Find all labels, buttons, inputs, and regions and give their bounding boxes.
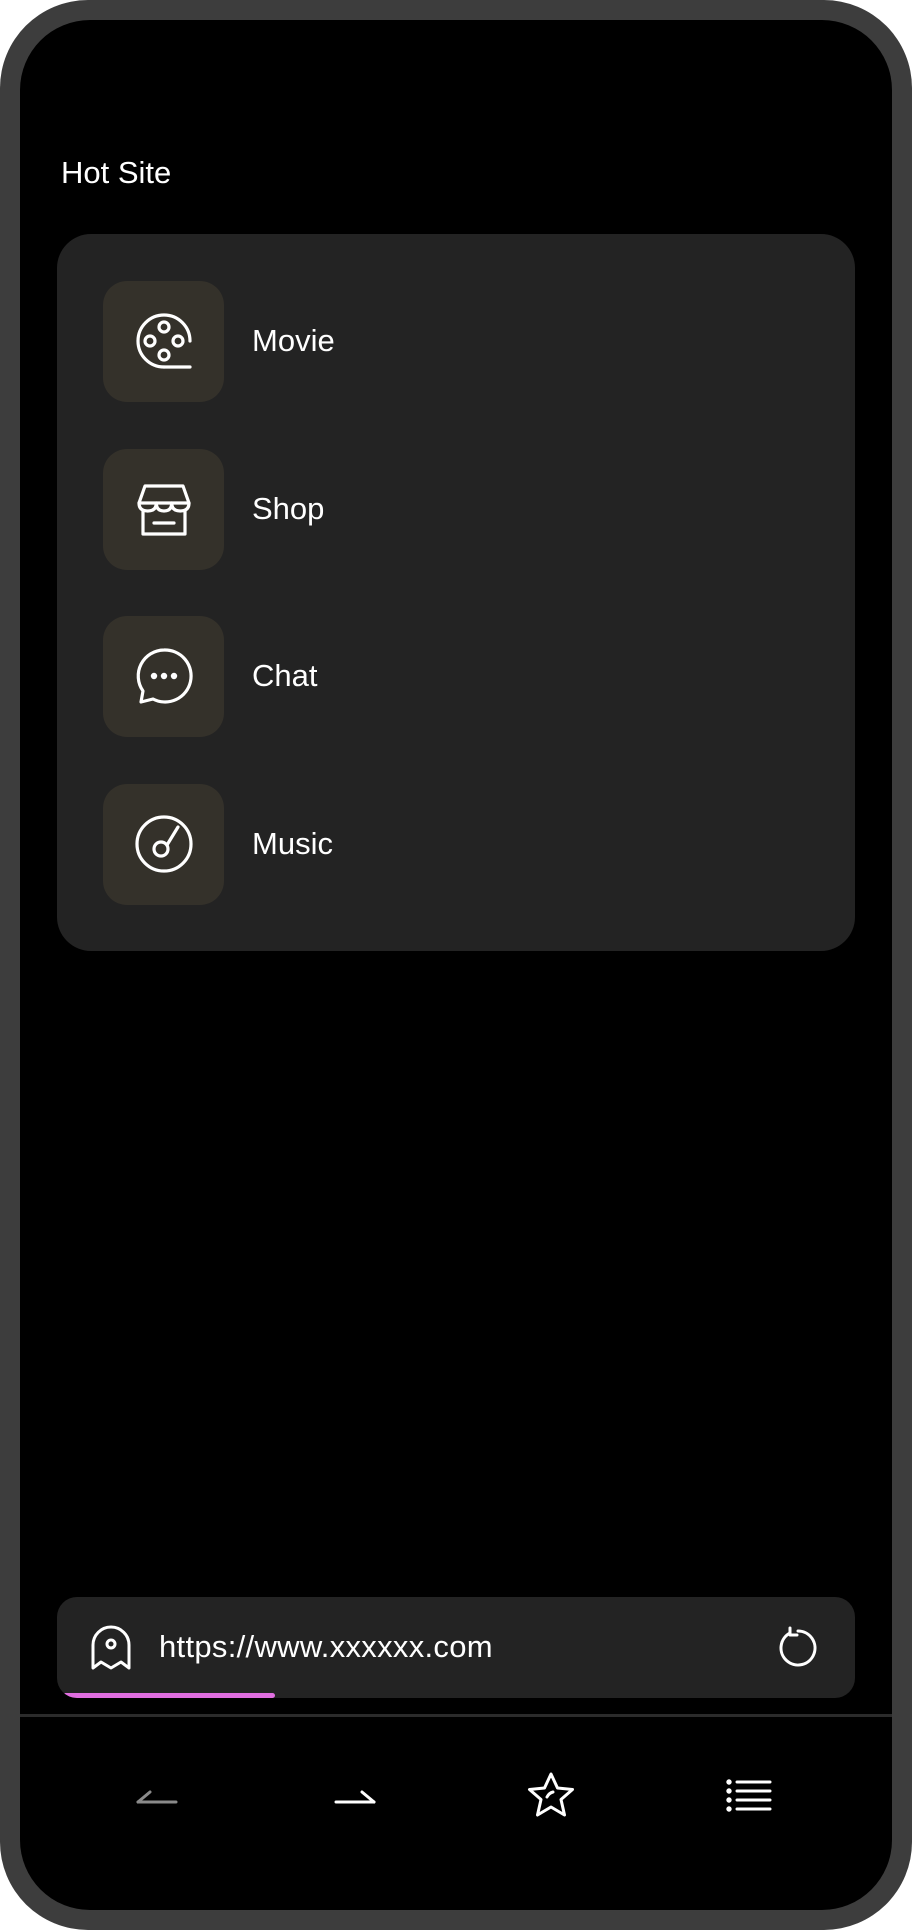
menu-list-icon — [726, 1778, 772, 1814]
chat-tile — [103, 615, 224, 737]
ghost-icon — [88, 1624, 134, 1670]
music-disc-icon — [132, 812, 196, 876]
music-tile — [103, 783, 224, 905]
hot-site-card: Movie Shop Chat Music — [57, 234, 855, 951]
site-item-chat[interactable]: Chat — [103, 615, 803, 737]
site-item-music[interactable]: Music — [103, 783, 803, 905]
star-icon — [526, 1771, 576, 1821]
site-item-label: Chat — [252, 658, 318, 693]
film-reel-icon — [132, 309, 196, 373]
site-item-label: Movie — [252, 323, 335, 358]
url-text[interactable]: https://www.xxxxxx.com — [159, 1627, 493, 1667]
back-button[interactable] — [130, 1768, 186, 1824]
site-item-label: Shop — [252, 491, 325, 526]
storefront-icon — [132, 477, 196, 541]
site-item-movie[interactable]: Movie — [103, 280, 803, 402]
load-progress-bar — [63, 1693, 275, 1698]
phone-frame: Hot Site Movie Shop Chat Music https://w… — [0, 0, 912, 1930]
forward-button[interactable] — [326, 1768, 382, 1824]
shop-tile — [103, 448, 224, 570]
menu-button[interactable] — [721, 1768, 777, 1824]
bookmark-button[interactable] — [523, 1768, 579, 1824]
address-bar[interactable]: https://www.xxxxxx.com — [57, 1597, 855, 1698]
chat-bubble-icon — [132, 644, 196, 708]
bottom-divider — [20, 1714, 892, 1717]
forward-arrow-icon — [332, 1784, 376, 1808]
site-item-shop[interactable]: Shop — [103, 448, 803, 570]
back-arrow-icon — [136, 1784, 180, 1808]
hot-site-title: Hot Site — [61, 155, 172, 190]
reload-icon[interactable] — [776, 1626, 820, 1670]
site-item-label: Music — [252, 826, 333, 861]
movie-tile — [103, 280, 224, 402]
browser-screen: Hot Site Movie Shop Chat Music https://w… — [20, 20, 892, 1910]
